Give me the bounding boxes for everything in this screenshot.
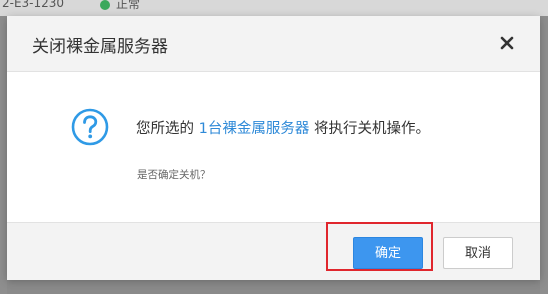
dialog-header: 关闭裸金属服务器 bbox=[7, 16, 540, 72]
message-suffix: 将执行关机操作。 bbox=[309, 121, 430, 137]
cancel-button[interactable]: 取消 bbox=[443, 237, 513, 269]
shutdown-dialog: 关闭裸金属服务器 您所选的 1台裸金属服务器 将执行关机操作。 是否确定关机？ … bbox=[7, 16, 540, 280]
background-table-row: 2-E3-1230 正常 bbox=[0, 0, 548, 16]
selected-servers-link[interactable]: 1台裸金属服务器 bbox=[199, 121, 310, 137]
server-id: 2-E3-1230 bbox=[2, 0, 65, 10]
close-icon[interactable] bbox=[495, 31, 519, 55]
server-status: 正常 bbox=[116, 0, 141, 11]
confirm-button[interactable]: 确定 bbox=[353, 237, 423, 269]
confirm-message: 您所选的 1台裸金属服务器 将执行关机操作。 bbox=[136, 117, 430, 138]
dialog-footer: 确定 取消 bbox=[7, 222, 540, 280]
background-overlay-right bbox=[540, 16, 548, 294]
message-prefix: 您所选的 bbox=[136, 121, 199, 137]
background-overlay-left bbox=[0, 16, 7, 294]
dialog-title: 关闭裸金属服务器 bbox=[32, 37, 168, 57]
status-dot-icon bbox=[100, 0, 110, 10]
confirm-question: 是否确定关机？ bbox=[137, 169, 211, 181]
close-button[interactable] bbox=[495, 31, 519, 55]
dialog-body: 您所选的 1台裸金属服务器 将执行关机操作。 是否确定关机？ bbox=[7, 72, 540, 222]
question-circle-icon bbox=[71, 108, 109, 146]
